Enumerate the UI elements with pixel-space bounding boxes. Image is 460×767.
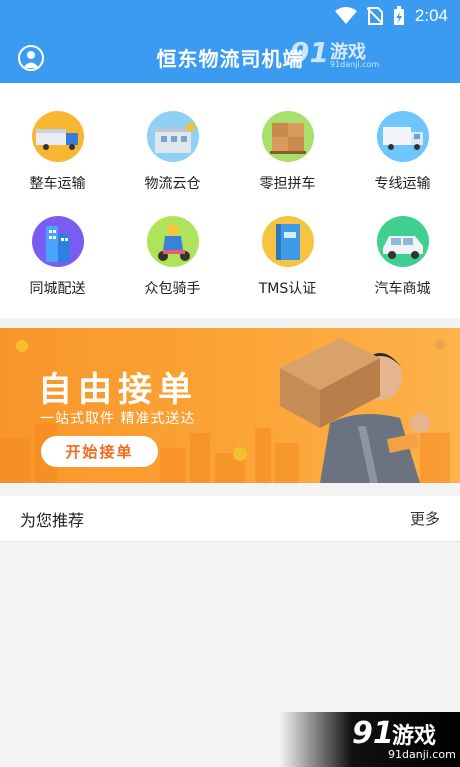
watermark-logo: 91 游戏 91danji.com: [290, 36, 380, 69]
banner-subline: 一站式取件 精准式送达: [40, 411, 196, 427]
recommend-title: 为您推荐: [20, 510, 85, 530]
function-grid: 整车运输 物流云仓 零担拼车 专线运输 同城配送 众包骑手 TMS认证 汽车商城: [0, 83, 460, 318]
truck-icon: [31, 111, 84, 162]
grid-label: TMS认证: [258, 281, 317, 297]
grid-item-ltl-carpool[interactable]: 零担拼车: [230, 83, 345, 193]
page-title: 恒东物流司机端: [156, 47, 304, 71]
recommend-section-header: 为您推荐 更多: [0, 496, 460, 542]
car-icon: [376, 216, 429, 267]
banner-headline: 自由接单: [38, 370, 198, 410]
grid-item-tms-certification[interactable]: TMS认证: [230, 188, 345, 298]
grid-item-crowdsource-rider[interactable]: 众包骑手: [115, 188, 230, 298]
rider-icon: [146, 216, 199, 267]
grid-item-cloud-warehouse[interactable]: 物流云仓: [115, 83, 230, 193]
promo-banner[interactable]: 自由接单 一站式取件 精准式送达 开始接单: [0, 328, 460, 483]
grid-label: 汽车商城: [374, 281, 431, 297]
grid-label: 众包骑手: [144, 281, 201, 297]
book-icon: [261, 216, 314, 267]
van-icon: [376, 111, 429, 162]
start-accepting-orders-button[interactable]: 开始接单: [41, 436, 158, 467]
grid-item-city-delivery[interactable]: 同城配送: [0, 188, 115, 298]
grid-item-car-mall[interactable]: 汽车商城: [345, 188, 460, 298]
more-link[interactable]: 更多: [410, 508, 440, 529]
status-bar: 2:04: [0, 0, 460, 32]
grid-label: 同城配送: [29, 281, 86, 297]
wifi-icon: [334, 7, 357, 25]
city-building-icon: [31, 216, 84, 267]
clock: 2:04: [414, 6, 448, 25]
boxes-icon: [261, 111, 314, 162]
grid-item-whole-truck[interactable]: 整车运输: [0, 83, 115, 193]
delivery-man-illustration: [280, 328, 450, 483]
battery-charging-icon: [393, 6, 405, 26]
no-sim-icon: [366, 7, 383, 25]
watermark-logo-bottom: 91 游戏 91danji.com: [280, 712, 460, 767]
grid-item-dedicated-line[interactable]: 专线运输: [345, 83, 460, 193]
warehouse-icon: [146, 111, 199, 162]
app-bar: 恒东物流司机端: [0, 32, 460, 83]
user-profile-icon[interactable]: [18, 45, 44, 71]
